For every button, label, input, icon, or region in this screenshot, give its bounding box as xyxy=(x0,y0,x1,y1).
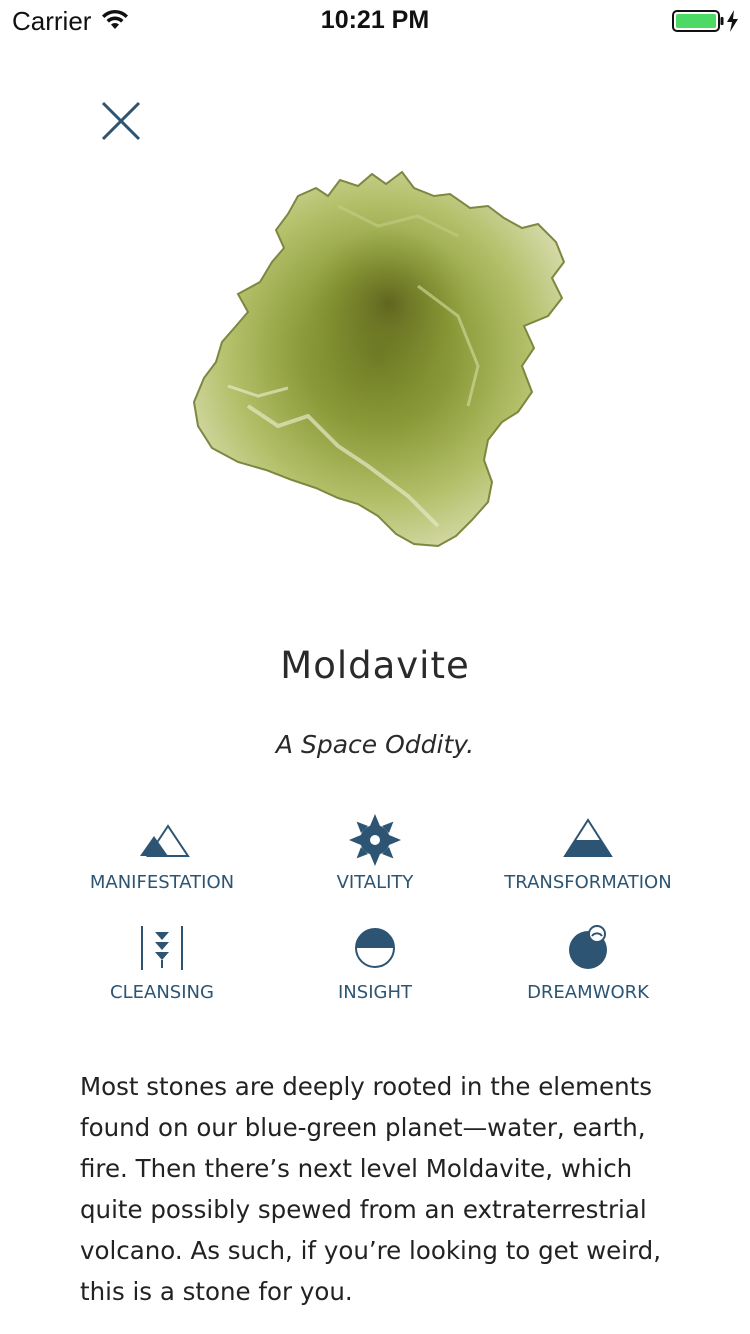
property-manifestation: MANIFESTATION xyxy=(42,812,282,893)
moldavite-stone-image xyxy=(192,170,566,548)
stone-tagline: A Space Oddity. xyxy=(275,730,475,759)
property-label: INSIGHT xyxy=(338,982,412,1003)
clock: 10:21 PM xyxy=(320,6,430,34)
stone-name: Moldavite xyxy=(280,644,470,687)
close-icon xyxy=(101,101,141,141)
property-label: MANIFESTATION xyxy=(89,872,235,893)
property-label: TRANSFORMATION xyxy=(504,872,672,893)
mountains-icon xyxy=(140,824,190,857)
status-bar: Carrier 10:21 PM xyxy=(0,0,750,40)
property-label: VITALITY xyxy=(336,872,414,893)
property-vitality: VITALITY xyxy=(255,812,495,893)
property-cleansing: CLEANSING xyxy=(42,922,282,1003)
sun-icon xyxy=(349,814,401,866)
half-circle-icon xyxy=(355,928,395,968)
property-transformation: TRANSFORMATION xyxy=(468,812,708,893)
close-button[interactable] xyxy=(96,96,146,146)
battery-icon xyxy=(672,10,738,32)
property-label: CLEANSING xyxy=(110,982,214,1003)
downward-arrows-icon xyxy=(141,926,183,970)
property-label: DREAMWORK xyxy=(527,982,649,1003)
moon-orb-icon xyxy=(569,925,607,969)
property-insight: INSIGHT xyxy=(255,922,495,1003)
stone-description: Most stones are deeply rooted in the ele… xyxy=(80,1072,661,1306)
triangle-icon xyxy=(563,818,613,857)
property-dreamwork: DREAMWORK xyxy=(468,922,708,1003)
